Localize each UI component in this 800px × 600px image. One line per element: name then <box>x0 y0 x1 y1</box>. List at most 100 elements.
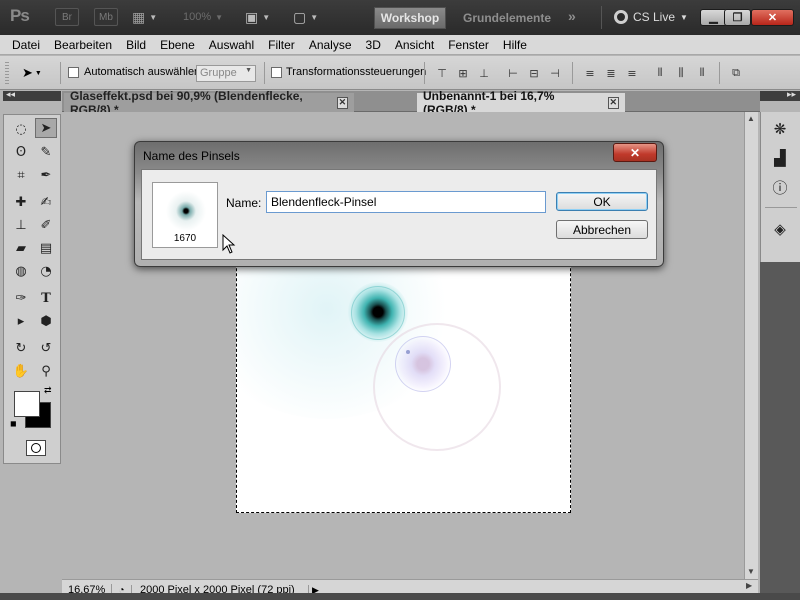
hand-tool[interactable]: ✋ <box>10 361 32 381</box>
pen-tool[interactable]: ✑ <box>10 288 32 308</box>
brush-tool[interactable]: ✍ <box>35 192 57 212</box>
auto-align-icon[interactable]: ⧉ <box>728 65 744 81</box>
mini-bridge-button[interactable]: Mb <box>94 8 118 26</box>
arrange-icon: ▣ <box>245 8 259 25</box>
workspace-workshop-button[interactable]: Workshop <box>374 7 446 29</box>
3d-orbit-tool[interactable]: ↺ <box>35 338 57 358</box>
menu-ebene[interactable]: Ebene <box>153 38 202 52</box>
quick-selection-icon: ✎ <box>40 144 52 160</box>
gradient-tool[interactable]: ▤ <box>35 238 57 258</box>
view-extras-dropdown[interactable]: ▦ ▼ <box>132 8 157 26</box>
eraser-tool[interactable]: ▰ <box>10 238 32 258</box>
close-icon: ✕ <box>767 12 778 24</box>
transform-controls-checkbox[interactable] <box>271 67 282 78</box>
healing-brush-tool[interactable]: ✚ <box>10 192 32 212</box>
quick-mask-button[interactable] <box>26 440 46 456</box>
navigator-panel-button[interactable]: ❋ <box>769 118 791 140</box>
histogram-panel-button[interactable]: ▟ <box>769 147 791 169</box>
scroll-down-icon[interactable]: ▼ <box>747 567 755 576</box>
left-dock-empty <box>0 464 62 593</box>
restore-icon: ❐ <box>732 12 743 24</box>
minimize-button[interactable]: ▁ <box>700 9 727 26</box>
ok-button[interactable]: OK <box>556 192 648 211</box>
default-colors-icon[interactable]: ◼ <box>10 419 17 428</box>
dodge-tool[interactable]: ◔ <box>35 261 57 281</box>
foreground-color-swatch[interactable] <box>14 391 40 417</box>
tool-preset-picker[interactable]: ➤ ▼ <box>22 65 52 81</box>
lasso-tool[interactable]: ʘ <box>10 142 32 162</box>
close-tab-icon[interactable]: ✕ <box>607 96 619 109</box>
info-panel-button[interactable]: ⓘ <box>769 176 791 198</box>
align-right-icon[interactable]: ⊣ <box>547 65 563 81</box>
toolbox-header[interactable]: ◂◂ <box>3 89 61 101</box>
align-left-icon[interactable]: ⊢ <box>505 65 521 81</box>
close-window-button[interactable]: ✕ <box>751 9 794 26</box>
workspace-grundelemente-button[interactable]: Grundelemente <box>463 11 551 25</box>
menu-ansicht[interactable]: Ansicht <box>388 38 441 52</box>
auto-select-checkbox[interactable] <box>68 67 79 78</box>
horizontal-scrollbar[interactable]: ▶ <box>322 579 758 593</box>
layers-panel-button[interactable]: ◈ <box>769 218 791 240</box>
vertical-scrollbar[interactable]: ▲ ▼ <box>744 112 758 579</box>
distribute-hcenter-icon[interactable]: ⫼ <box>673 65 689 81</box>
right-dock-header[interactable]: ▸▸ <box>760 89 800 101</box>
scroll-up-icon[interactable]: ▲ <box>747 114 755 123</box>
bridge-button[interactable]: Br <box>55 8 79 26</box>
screen-mode-dropdown[interactable]: ▢ ▼ <box>293 8 318 26</box>
history-brush-tool[interactable]: ✐ <box>35 215 57 235</box>
layers-icon: ◈ <box>774 220 786 238</box>
close-tab-icon[interactable]: ✕ <box>336 96 348 109</box>
distribute-top-icon[interactable]: ≡ <box>582 65 598 81</box>
cs-live-button[interactable]: CS Live ▼ <box>614 10 688 24</box>
tab-unbenannt[interactable]: Unbenannt-1 bei 16,7% (RGB/8) * ✕ <box>417 89 625 117</box>
collapse-icon: ◂◂ <box>6 89 16 99</box>
move-icon: ➤ <box>40 120 52 136</box>
brush-name-input[interactable] <box>266 191 546 213</box>
blur-tool[interactable]: ◍ <box>10 261 32 281</box>
cancel-button[interactable]: Abbrechen <box>556 220 648 239</box>
options-separator <box>719 62 720 84</box>
auto-select-dropdown[interactable]: Gruppe ▼ <box>196 65 256 82</box>
menu-filter[interactable]: Filter <box>261 38 302 52</box>
menu-auswahl[interactable]: Auswahl <box>202 38 261 52</box>
distribute-bottom-icon[interactable]: ≡ <box>624 65 640 81</box>
document-canvas[interactable] <box>236 238 571 513</box>
3d-orbit-icon: ↺ <box>40 340 52 356</box>
align-hcenter-icon[interactable]: ⊟ <box>526 65 542 81</box>
zoom-dropdown[interactable]: 100% ▼ <box>183 8 223 26</box>
brush-name-dialog: Name des Pinsels ✕ 1670 Name: OK Abbrech… <box>134 141 664 267</box>
zoom-tool[interactable]: ⚲ <box>35 361 57 381</box>
3d-rotate-tool[interactable]: ↻ <box>10 338 32 358</box>
shape-tool[interactable]: ⬢ <box>35 311 57 331</box>
workspace-more-button[interactable]: » <box>568 8 576 24</box>
marquee-tool[interactable]: ◌ <box>10 119 32 139</box>
clone-stamp-tool[interactable]: ⊥ <box>10 215 32 235</box>
restore-button[interactable]: ❐ <box>724 9 751 26</box>
scroll-right-icon[interactable]: ▶ <box>746 581 752 590</box>
distribute-left-icon[interactable]: ⫴ <box>652 65 668 81</box>
menu-datei[interactable]: Datei <box>0 38 47 52</box>
move-tool[interactable]: ➤ <box>35 118 57 138</box>
dialog-close-button[interactable]: ✕ <box>613 143 657 162</box>
quick-selection-tool[interactable]: ✎ <box>35 142 57 162</box>
distribute-vcenter-icon[interactable]: ≣ <box>603 65 619 81</box>
navigator-icon: ❋ <box>773 120 787 138</box>
arrange-documents-dropdown[interactable]: ▣ ▼ <box>245 8 270 26</box>
options-grip[interactable] <box>5 62 9 84</box>
tab-glaseffekt[interactable]: Glaseffekt.psd bei 90,9% (Blendenflecke,… <box>64 89 354 117</box>
type-tool[interactable]: T <box>35 288 57 308</box>
align-vcenter-icon[interactable]: ⊞ <box>455 65 471 81</box>
crop-tool[interactable]: ⌗ <box>10 165 32 185</box>
distribute-right-icon[interactable]: ⫴ <box>694 65 710 81</box>
menu-bild[interactable]: Bild <box>119 38 153 52</box>
menu-bearbeiten[interactable]: Bearbeiten <box>47 38 119 52</box>
swap-colors-icon[interactable]: ⇄ <box>44 385 52 396</box>
menu-hilfe[interactable]: Hilfe <box>496 38 534 52</box>
menu-3d[interactable]: 3D <box>359 38 388 52</box>
align-bottom-icon[interactable]: ⊥ <box>476 65 492 81</box>
align-top-icon[interactable]: ⊤ <box>434 65 450 81</box>
menu-analyse[interactable]: Analyse <box>302 38 359 52</box>
eyedropper-tool[interactable]: ✒ <box>35 165 57 185</box>
menu-fenster[interactable]: Fenster <box>441 38 496 52</box>
path-selection-tool[interactable]: ▸ <box>10 311 32 331</box>
